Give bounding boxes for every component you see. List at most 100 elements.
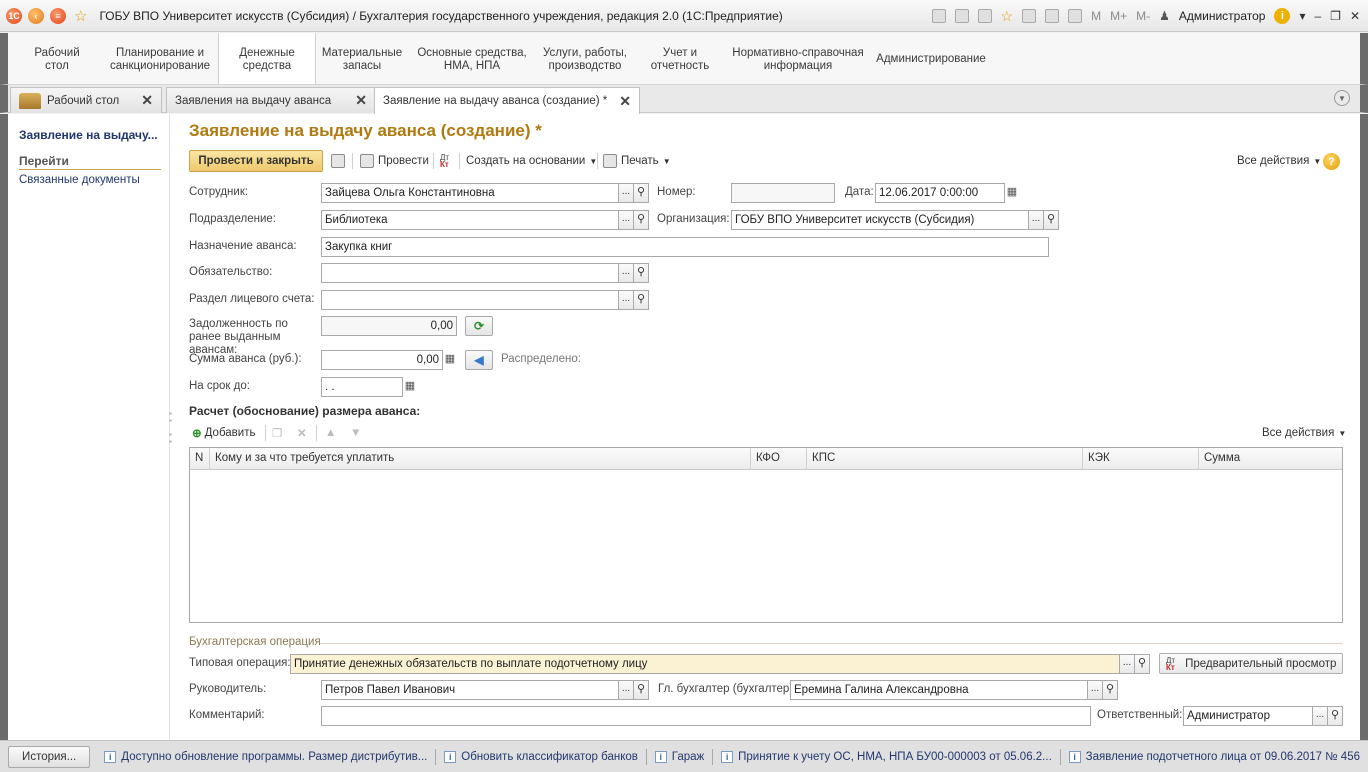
document-icon[interactable]	[931, 9, 946, 23]
print-icon[interactable]	[954, 9, 969, 23]
calc-table[interactable]: N Кому и за что требуется уплатить КФО К…	[189, 447, 1343, 623]
close-window-icon[interactable]: ✕	[1350, 9, 1360, 23]
debt-field[interactable]: 0,00	[321, 316, 457, 336]
section-reference[interactable]: Нормативно-справочная информация	[726, 33, 870, 84]
status-item-application[interactable]: i Заявление подотчетного лица от 09.06.20…	[1068, 750, 1360, 763]
preview-icon[interactable]	[977, 9, 992, 23]
table-all-actions-button[interactable]: Все действия ▼	[1262, 422, 1346, 444]
section-fixed-assets[interactable]: Основные средства, НМА, НПА	[410, 33, 534, 84]
user-name[interactable]: Администратор	[1179, 9, 1266, 23]
all-actions-button[interactable]: Все действия ▼	[1237, 150, 1321, 172]
search-icon[interactable]: ⚲	[1043, 210, 1059, 230]
back-icon[interactable]: ‹	[28, 7, 44, 24]
column-header-kps[interactable]: КПС	[807, 448, 1083, 470]
search-icon[interactable]: ⚲	[633, 263, 649, 283]
obligation-select-button[interactable]: ...	[618, 263, 634, 283]
column-header-kfo[interactable]: КФО	[751, 448, 807, 470]
refresh-button[interactable]: ⟳	[465, 316, 493, 336]
employee-field[interactable]: Зайцева Ольга Константиновна	[321, 183, 619, 203]
column-header-sum[interactable]: Сумма	[1199, 448, 1342, 470]
section-cash[interactable]: Денежные средства	[218, 33, 316, 84]
search-icon[interactable]: ⚲	[1134, 654, 1150, 674]
post-button[interactable]: Провести	[360, 150, 429, 172]
account-section-select-button[interactable]: ...	[618, 290, 634, 310]
operation-field[interactable]: Принятие денежных обязательств по выплат…	[290, 654, 1120, 674]
close-tab-icon[interactable]: ✕	[355, 92, 367, 109]
calculator-icon[interactable]	[1045, 9, 1060, 23]
tab-advance-create[interactable]: Заявление на выдачу аванса (создание) * …	[374, 87, 640, 114]
column-header-n[interactable]: N	[190, 448, 210, 470]
section-desktop[interactable]: Рабочий стол	[22, 33, 92, 84]
dropdown-icon[interactable]: ▾	[1299, 9, 1305, 23]
responsible-field[interactable]: Администратор	[1183, 706, 1313, 726]
delete-row-icon[interactable]: ✕	[297, 422, 307, 444]
copy-row-icon[interactable]: ❐	[272, 422, 282, 444]
move-up-icon[interactable]: ▲	[325, 422, 336, 444]
close-tab-icon[interactable]: ✕	[619, 93, 631, 110]
status-item-update[interactable]: i Доступно обновление программы. Размер д…	[104, 750, 427, 763]
comment-field[interactable]	[321, 706, 1091, 726]
column-header-payee[interactable]: Кому и за что требуется уплатить	[210, 448, 751, 470]
calendar-icon[interactable]: ▦	[1005, 183, 1019, 203]
department-select-button[interactable]: ...	[618, 210, 634, 230]
purpose-field[interactable]: Закупка книг	[321, 237, 1049, 257]
search-icon[interactable]: ⚲	[1102, 680, 1118, 700]
account-section-field[interactable]	[321, 290, 619, 310]
favorites-add-icon[interactable]: ☆	[1001, 8, 1014, 25]
organization-field[interactable]: ГОБУ ВПО Университет искусств (Субсидия)	[731, 210, 1029, 230]
distribute-button[interactable]: ◀	[465, 350, 493, 370]
head-field[interactable]: Петров Павел Иванович	[321, 680, 619, 700]
create-based-on-button[interactable]: Создать на основании ▼	[466, 150, 597, 172]
date-field[interactable]: 12.06.2017 0:00:00	[875, 183, 1005, 203]
history-button[interactable]: История...	[8, 745, 91, 768]
organization-select-button[interactable]: ...	[1028, 210, 1044, 230]
section-planning[interactable]: Планирование и санкционирование	[104, 33, 216, 84]
search-icon[interactable]: ⚲	[633, 290, 649, 310]
operation-select-button[interactable]: ...	[1119, 654, 1135, 674]
restore-icon[interactable]: ❐	[1330, 9, 1341, 23]
memory-minus-button[interactable]: M-	[1136, 9, 1150, 23]
calendar-icon[interactable]: ▦	[403, 377, 417, 397]
search-icon[interactable]: ⚲	[1327, 706, 1343, 726]
responsible-select-button[interactable]: ...	[1312, 706, 1328, 726]
preview-button[interactable]: Дт Кт Предварительный просмотр	[1159, 653, 1343, 674]
department-field[interactable]: Библиотека	[321, 210, 619, 230]
menu-icon[interactable]: ≡	[50, 7, 66, 24]
memory-button[interactable]: M	[1091, 9, 1101, 23]
panel-splitter[interactable]: ▪ ▪ ▪ ▪	[169, 410, 172, 446]
chevron-down-icon[interactable]: ▼	[1334, 90, 1350, 106]
move-down-icon[interactable]: ▼	[350, 422, 361, 444]
dt-kt-button[interactable]: Дт Кт	[440, 150, 453, 172]
info-icon[interactable]: i	[1274, 8, 1291, 24]
status-item-assets[interactable]: i Принятие к учету ОС, НМА, НПА БУ00-0000…	[721, 750, 1052, 763]
nav-title[interactable]: Заявление на выдачу...	[19, 128, 158, 142]
section-services[interactable]: Услуги, работы, производство	[534, 33, 636, 84]
section-materials[interactable]: Материальные запасы	[316, 33, 408, 84]
employee-select-button[interactable]: ...	[618, 183, 634, 203]
help-icon[interactable]: ?	[1323, 153, 1340, 170]
print-button[interactable]: Печать ▼	[603, 150, 671, 172]
save-button[interactable]	[331, 150, 349, 172]
number-field[interactable]	[731, 183, 835, 203]
link-icon[interactable]	[1022, 9, 1037, 23]
section-reporting[interactable]: Учет и отчетность	[636, 33, 724, 84]
app-logo-icon[interactable]: 1С	[6, 7, 22, 24]
search-icon[interactable]: ⚲	[633, 680, 649, 700]
head-select-button[interactable]: ...	[618, 680, 634, 700]
term-field[interactable]: . .	[321, 377, 403, 397]
search-icon[interactable]: ⚲	[633, 183, 649, 203]
amount-field[interactable]: 0,00	[321, 350, 443, 370]
search-icon[interactable]: ⚲	[633, 210, 649, 230]
memory-plus-button[interactable]: M+	[1110, 9, 1127, 23]
tab-advance-list[interactable]: Заявления на выдачу аванса ✕	[166, 87, 376, 113]
minimize-icon[interactable]: –	[1314, 9, 1321, 23]
column-header-kek[interactable]: КЭК	[1083, 448, 1199, 470]
chief-accountant-field[interactable]: Еремина Галина Александровна	[790, 680, 1088, 700]
calendar-icon[interactable]	[1068, 9, 1083, 23]
favorites-star-icon[interactable]: ☆	[74, 7, 87, 25]
status-item-banks[interactable]: i Обновить классификатор банков	[444, 750, 638, 763]
post-and-close-button[interactable]: Провести и закрыть	[189, 150, 323, 172]
nav-related-documents[interactable]: Связанные документы	[19, 174, 140, 186]
calculator-icon[interactable]: ▦	[443, 350, 457, 370]
close-tab-icon[interactable]: ✕	[141, 92, 153, 109]
